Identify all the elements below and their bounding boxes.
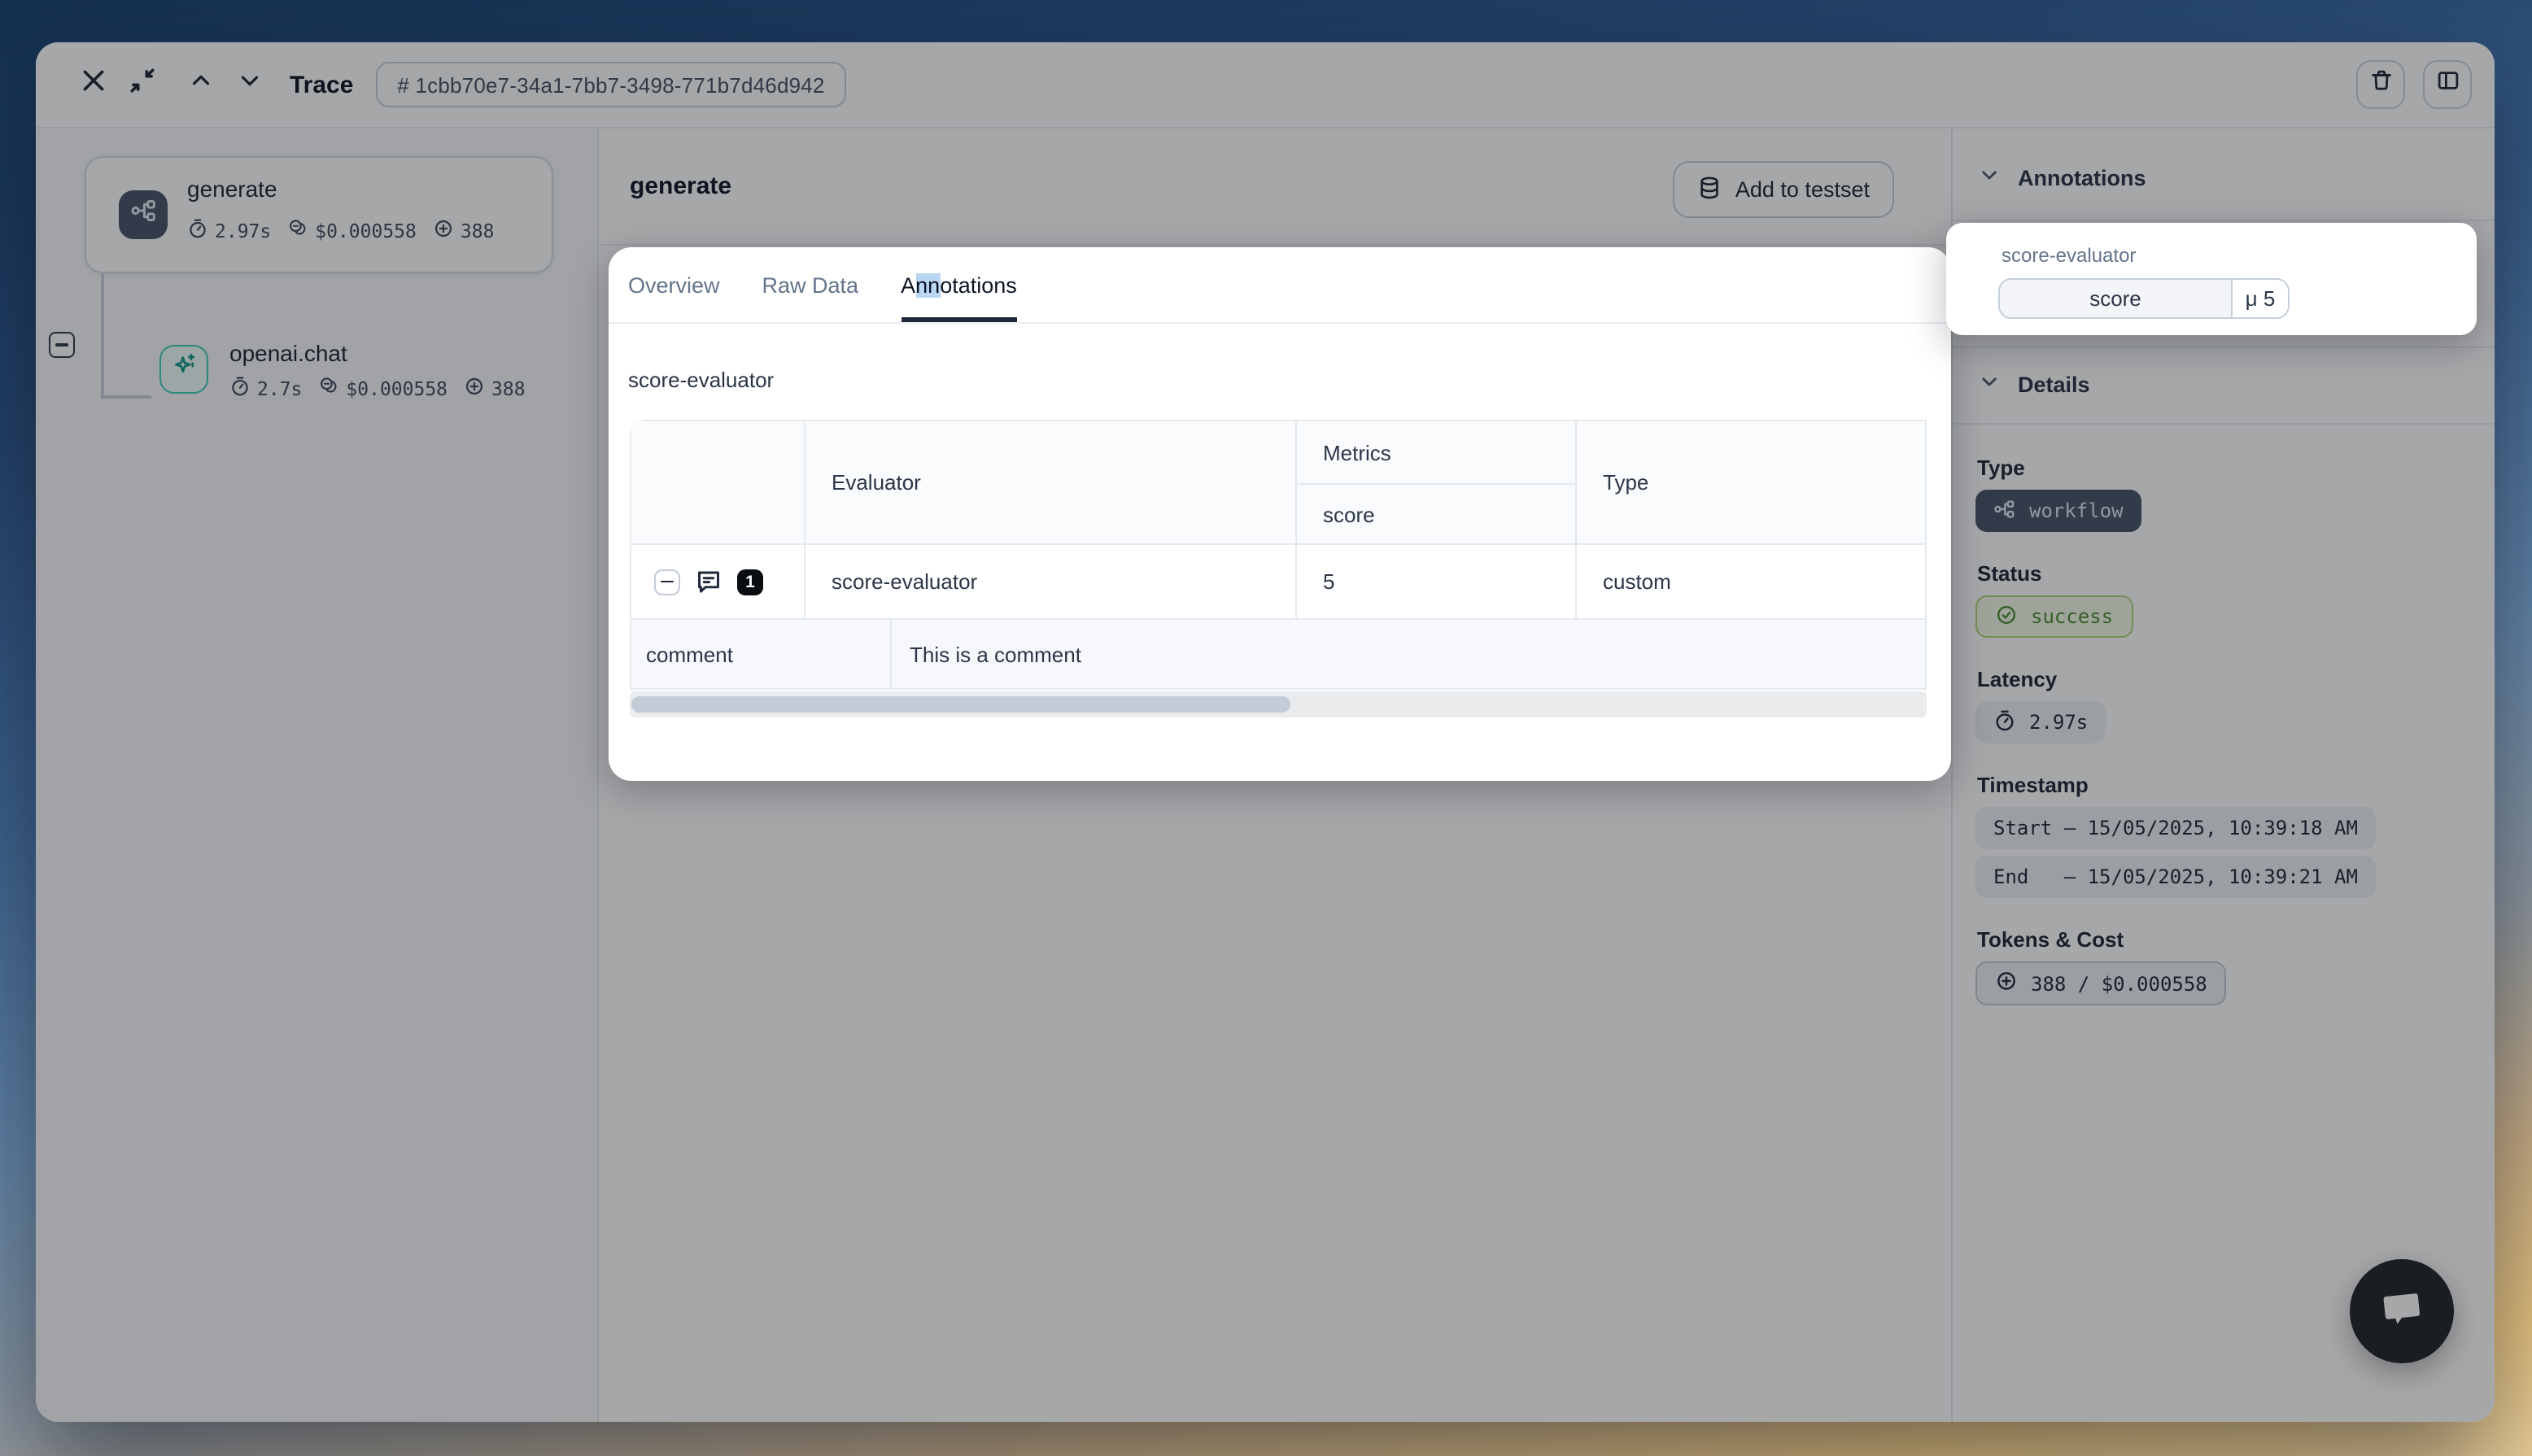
tab-annotations[interactable]: Annotations [901, 247, 1017, 322]
annotation-score-pill[interactable]: score μ 5 [1998, 278, 2290, 319]
comment-count-badge: 1 [737, 569, 763, 595]
tab-raw-data-label: Raw Data [762, 273, 859, 298]
table-row[interactable]: 1 score-evaluator 5 custom [631, 545, 1925, 620]
evaluator-section-title: score-evaluator [628, 368, 1951, 392]
trace-viewer-app: Trace # 1cbb70e7-34a1-7bb7-3498-771b7d46… [0, 0, 2532, 1456]
annotation-evaluator-label: score-evaluator [2002, 244, 2477, 267]
text-selection-highlight: nn [915, 273, 940, 298]
annotation-metric-value: μ 5 [2233, 280, 2288, 317]
scrollbar-thumb[interactable] [631, 696, 1290, 713]
minus-icon [661, 580, 674, 583]
tab-annotations-label: Annotations [901, 273, 1017, 298]
table-header-evaluator: Evaluator [805, 421, 1297, 543]
table-header-row: Evaluator Metrics score Type [631, 421, 1925, 545]
row-type-cell: custom [1577, 545, 1925, 618]
comment-value-cell: This is a comment [892, 620, 1925, 688]
table-header-metric-score: score [1297, 485, 1575, 543]
comment-key-cell: comment [631, 620, 892, 688]
annotations-tab-card: Overview Raw Data Annotations score-eval… [609, 247, 1951, 781]
tab-overview-label: Overview [628, 273, 720, 298]
tab-overview[interactable]: Overview [628, 247, 720, 322]
table-header-select-col [631, 421, 805, 543]
horizontal-scrollbar [630, 691, 1927, 717]
row-score-cell: 5 [1297, 545, 1577, 618]
annotation-metric-name: score [2000, 280, 2233, 317]
span-tabs: Overview Raw Data Annotations [609, 247, 1951, 324]
trace-modal: Trace # 1cbb70e7-34a1-7bb7-3498-771b7d46… [36, 42, 2495, 1422]
table-header-type: Type [1577, 421, 1925, 543]
comment-icon[interactable] [695, 568, 722, 595]
row-evaluator-cell: score-evaluator [805, 545, 1297, 618]
annotations-table: Evaluator Metrics score Type 1 [630, 420, 1927, 690]
table-header-metrics: Metrics [1297, 421, 1575, 485]
comment-row: comment This is a comment [631, 620, 1925, 688]
row-checkbox[interactable] [654, 569, 680, 595]
tab-raw-data[interactable]: Raw Data [762, 247, 859, 322]
annotation-score-card: score-evaluator score μ 5 [1946, 223, 2477, 335]
